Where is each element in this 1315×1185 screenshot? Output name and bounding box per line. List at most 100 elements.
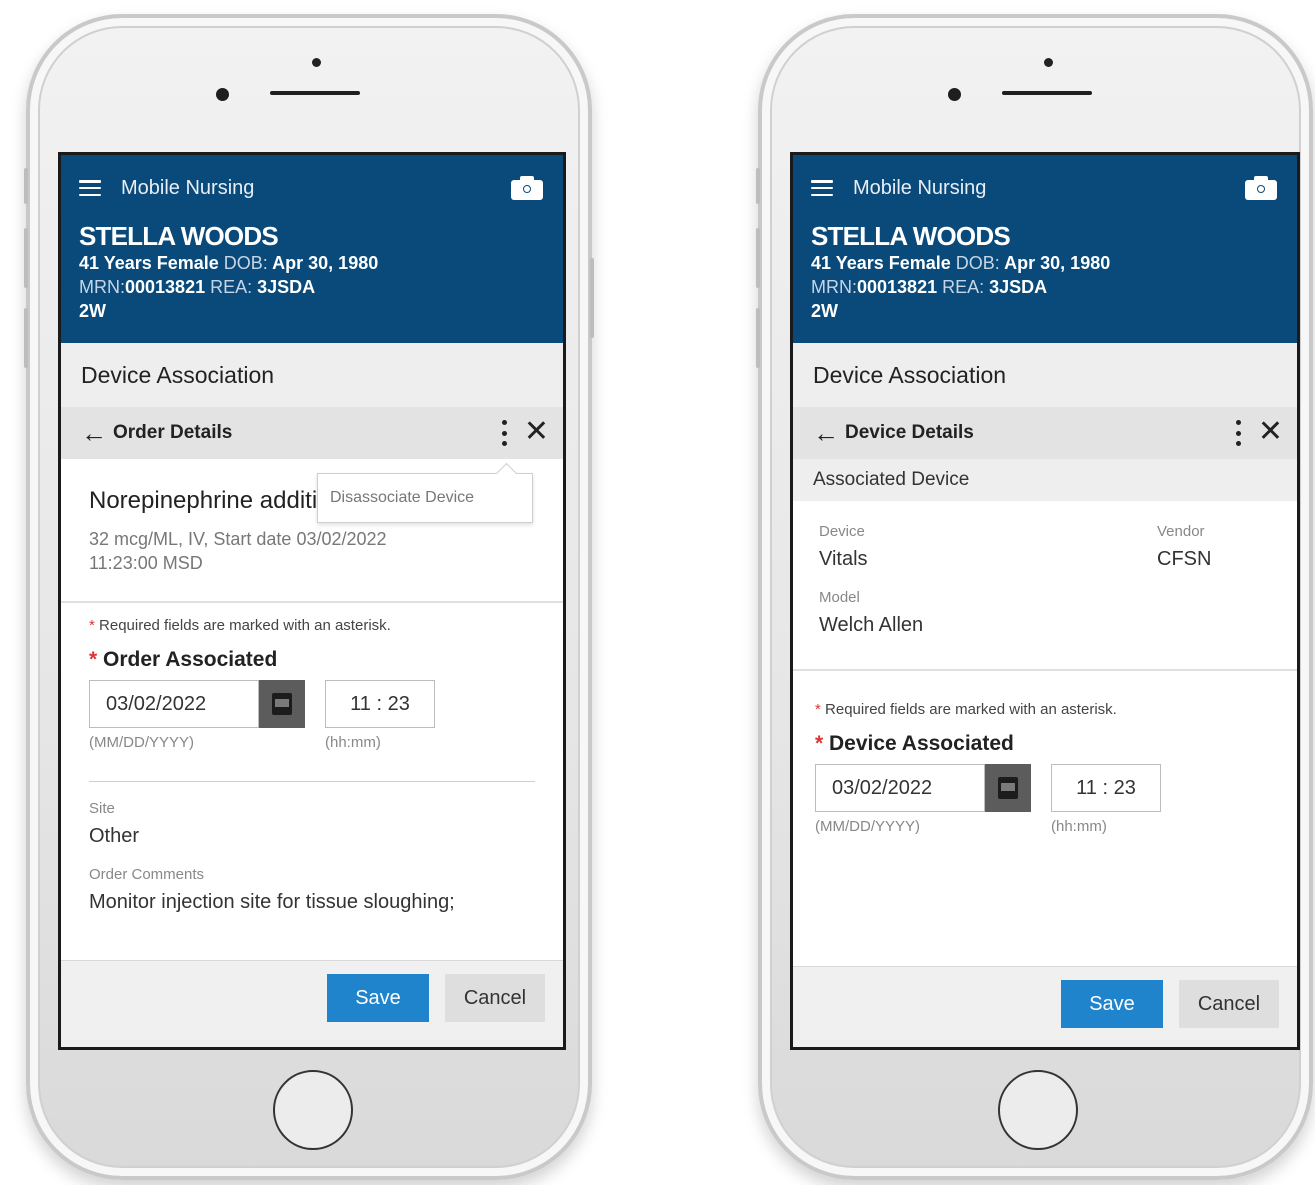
patient-age-sex: 41 Years Female xyxy=(79,253,219,273)
vendor-label: Vendor xyxy=(1157,523,1205,540)
device-card: Device Vitals Model Welch Allen Vendor C… xyxy=(793,501,1297,671)
volume-down-button xyxy=(24,308,28,368)
page-title: Device Association xyxy=(793,343,1297,407)
rea-label: REA: xyxy=(942,277,985,297)
cancel-button[interactable]: Cancel xyxy=(445,974,545,1022)
patient-name: STELLA WOODS xyxy=(79,221,279,251)
order-desc-line1: 32 mcg/ML, IV, Start date 03/02/2022 xyxy=(89,529,387,549)
subnav-title: Order Details xyxy=(113,422,233,443)
disassociate-device-menu-item[interactable]: Disassociate Device xyxy=(317,473,533,523)
order-desc-line2: 11:23:00 MSD xyxy=(89,553,203,573)
required-note: * Required fields are marked with an ast… xyxy=(815,701,1117,718)
home-button xyxy=(998,1070,1078,1150)
earpiece-speaker xyxy=(1002,91,1092,95)
app-topbar: Mobile Nursing xyxy=(811,155,1279,221)
app-header: Mobile Nursing STELLA WOODS 41 Years Fem… xyxy=(61,155,563,343)
vendor-value: CFSN xyxy=(1157,548,1212,570)
patient-mrn: 00013821 xyxy=(857,277,938,297)
back-arrow-icon[interactable]: ← xyxy=(81,420,107,446)
power-button xyxy=(590,258,594,338)
time-format-hint: (hh:mm) xyxy=(325,734,381,751)
menu-icon[interactable] xyxy=(79,180,101,196)
order-description: 32 mcg/ML, IV, Start date 03/02/2022 11:… xyxy=(89,527,535,575)
app-title: Mobile Nursing xyxy=(121,176,255,199)
form-area: * Required fields are marked with an ast… xyxy=(61,603,563,914)
front-camera xyxy=(312,58,321,67)
calendar-button[interactable] xyxy=(259,680,305,728)
patient-dob: Apr 30, 1980 xyxy=(1004,253,1111,273)
mute-switch xyxy=(24,168,28,204)
calendar-icon xyxy=(998,777,1018,799)
patient-rea: 3JSDA xyxy=(989,277,1048,297)
patient-ids: MRN:00013821 REA: 3JSDA xyxy=(79,275,545,299)
format-hints: (MM/DD/YYYY) (hh:mm) xyxy=(89,734,535,751)
datetime-row: 03/02/2022 11 : 23 xyxy=(815,764,1269,812)
patient-name: STELLA WOODS xyxy=(811,221,1011,251)
cancel-button[interactable]: Cancel xyxy=(1179,980,1279,1028)
patient-mrn: 00013821 xyxy=(125,277,206,297)
patient-demographics: 41 Years Female DOB: Apr 30, 1980 xyxy=(811,251,1279,275)
home-button xyxy=(273,1070,353,1150)
phone-right: Mobile Nursing STELLA WOODS 41 Years Fem… xyxy=(756,14,1313,1180)
footer-bar: Save Cancel xyxy=(793,966,1297,1047)
calendar-button[interactable] xyxy=(985,764,1031,812)
close-icon[interactable]: ✕ xyxy=(524,415,549,449)
camera-icon[interactable] xyxy=(1245,176,1277,200)
patient-unit: 2W xyxy=(79,301,106,321)
volume-down-button xyxy=(756,308,760,368)
app-header: Mobile Nursing STELLA WOODS 41 Years Fem… xyxy=(793,155,1297,343)
model-value: Welch Allen xyxy=(819,614,924,636)
front-camera xyxy=(1044,58,1053,67)
associated-device-heading: Associated Device xyxy=(793,459,1297,501)
required-note: * Required fields are marked with an ast… xyxy=(89,617,391,634)
subnav-bar: ← Device Details ✕ xyxy=(793,407,1297,459)
order-comments-value: Monitor injection site for tissue slough… xyxy=(89,891,455,913)
calendar-icon xyxy=(272,693,292,715)
order-associated-label: * Order Associated xyxy=(89,648,278,671)
camera-icon[interactable] xyxy=(511,176,543,200)
time-input[interactable]: 11 : 23 xyxy=(1051,764,1161,812)
subnav-title: Device Details xyxy=(845,422,974,443)
mute-switch xyxy=(756,168,760,204)
mrn-label: MRN: xyxy=(79,277,125,297)
form-area: * Required fields are marked with an ast… xyxy=(793,671,1297,835)
patient-rea: 3JSDA xyxy=(257,277,316,297)
site-label: Site xyxy=(89,800,115,817)
earpiece-speaker xyxy=(270,91,360,95)
proximity-sensor xyxy=(948,88,961,101)
back-arrow-icon[interactable]: ← xyxy=(813,420,839,446)
close-icon[interactable]: ✕ xyxy=(1258,415,1283,449)
date-input[interactable]: 03/02/2022 xyxy=(89,680,259,728)
date-format-hint: (MM/DD/YYYY) xyxy=(815,818,920,835)
date-input[interactable]: 03/02/2022 xyxy=(815,764,985,812)
phone-left: Mobile Nursing STELLA WOODS 41 Years Fem… xyxy=(24,14,594,1180)
kebab-icon[interactable] xyxy=(1235,420,1241,446)
patient-dob: Apr 30, 1980 xyxy=(272,253,379,273)
device-associated-label: * Device Associated xyxy=(815,732,1014,755)
app-title: Mobile Nursing xyxy=(853,176,987,199)
mrn-label: MRN: xyxy=(811,277,857,297)
patient-ids: MRN:00013821 REA: 3JSDA xyxy=(811,275,1279,299)
volume-up-button xyxy=(24,228,28,288)
footer-bar: Save Cancel xyxy=(61,960,563,1047)
divider xyxy=(89,781,535,782)
time-input[interactable]: 11 : 23 xyxy=(325,680,435,728)
save-button[interactable]: Save xyxy=(1061,980,1163,1028)
screen: Mobile Nursing STELLA WOODS 41 Years Fem… xyxy=(790,152,1300,1050)
app-topbar: Mobile Nursing xyxy=(79,155,545,221)
time-format-hint: (hh:mm) xyxy=(1051,818,1107,835)
format-hints: (MM/DD/YYYY) (hh:mm) xyxy=(815,818,1269,835)
subnav-bar: ← Order Details ✕ xyxy=(61,407,563,459)
date-format-hint: (MM/DD/YYYY) xyxy=(89,734,194,751)
page-title: Device Association xyxy=(61,343,563,407)
kebab-icon[interactable] xyxy=(501,420,507,446)
datetime-row: 03/02/2022 11 : 23 xyxy=(89,680,535,728)
rea-label: REA: xyxy=(210,277,253,297)
dob-label: DOB: xyxy=(223,253,268,273)
menu-icon[interactable] xyxy=(811,180,833,196)
patient-demographics: 41 Years Female DOB: Apr 30, 1980 xyxy=(79,251,545,275)
save-button[interactable]: Save xyxy=(327,974,429,1022)
model-label: Model xyxy=(819,589,860,606)
order-comments-label: Order Comments xyxy=(89,866,205,883)
proximity-sensor xyxy=(216,88,229,101)
